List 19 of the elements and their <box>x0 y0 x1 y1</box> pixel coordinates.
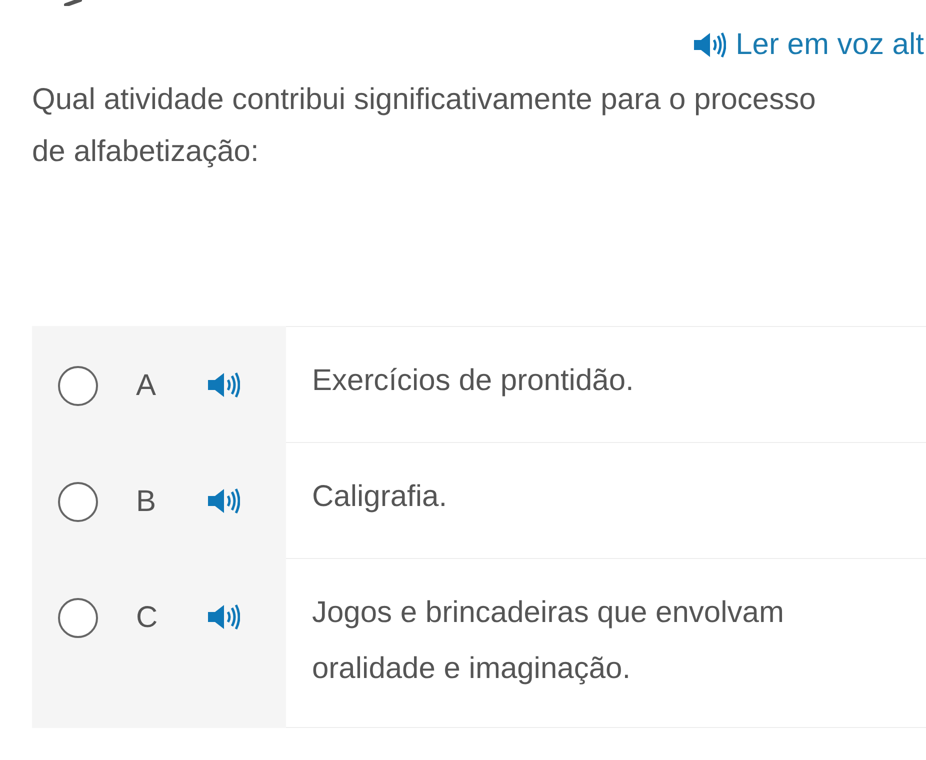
option-letter: B <box>136 484 158 520</box>
listen-button[interactable] <box>206 486 240 516</box>
question-text: Qual atividade contribui significativamente para o processo de alfabetização: <box>31 82 817 170</box>
read-aloud-button[interactable]: Ler em voz alt <box>692 20 924 70</box>
speaker-icon <box>206 486 240 516</box>
listen-button[interactable] <box>206 602 240 632</box>
option-letter: C <box>136 600 159 636</box>
speaker-icon <box>206 370 240 400</box>
speaker-icon <box>692 30 726 60</box>
radio-button[interactable] <box>58 366 98 406</box>
option-text: Exercícios de prontidão. <box>312 363 635 399</box>
radio-button[interactable] <box>58 482 98 522</box>
option-letter: A <box>136 368 158 404</box>
option-text: Caligrafia. <box>312 479 448 515</box>
option-text: Jogos e brincadeiras que envolvam oralidade e imaginação. <box>312 595 785 687</box>
radio-button[interactable] <box>58 598 98 638</box>
speaker-icon <box>206 602 240 632</box>
listen-button[interactable] <box>206 370 240 400</box>
stroke-icon <box>64 0 82 6</box>
